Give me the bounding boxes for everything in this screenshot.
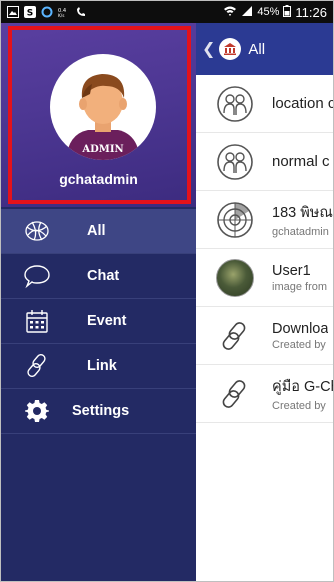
radar-icon	[214, 199, 256, 241]
signal-icon	[241, 5, 253, 20]
list-item[interactable]: User1 image from	[196, 249, 333, 307]
wifi-icon	[223, 5, 237, 20]
institution-icon[interactable]	[219, 38, 242, 60]
navigation-drawer: ADMIN gchatadmin All Chat Event Link Set…	[1, 23, 196, 581]
battery-icon	[283, 4, 292, 20]
item-title: location c	[272, 95, 333, 112]
item-title: Downloa	[272, 320, 329, 337]
item-subtitle: Created by	[272, 400, 326, 412]
list-item[interactable]: 183 พิษณ gchatadmin	[196, 191, 333, 249]
clock: 11:26	[295, 4, 327, 20]
main-content: ❮ All location c normal c 183 พิษณ gchat…	[196, 23, 333, 581]
link-icon	[214, 315, 256, 357]
sync-notification-icon	[41, 6, 53, 18]
app-bar: ❮ All	[196, 23, 333, 75]
menu-label: Event	[87, 313, 127, 329]
menu-item-event[interactable]: Event	[1, 299, 196, 344]
menu-label: Chat	[87, 268, 120, 284]
image-notification-icon	[7, 6, 19, 18]
item-subtitle: Created by	[272, 338, 326, 351]
item-title: คู่มือ G-Ch	[272, 379, 333, 395]
svg-text:S: S	[27, 9, 33, 19]
item-title: 183 พิษณ	[272, 205, 333, 221]
item-title: User1	[272, 262, 311, 279]
back-chevron-icon[interactable]: ❮	[202, 39, 215, 59]
app-notification-icon: S	[24, 6, 36, 18]
group-people-icon	[214, 141, 256, 183]
svg-text:K/s: K/s	[58, 13, 65, 18]
battery-percent: 45%	[257, 6, 280, 18]
menu-item-link[interactable]: Link	[1, 344, 196, 389]
chat-bubble-icon	[23, 262, 51, 290]
item-title: normal c	[272, 153, 330, 170]
list-item[interactable]: location c	[196, 75, 333, 133]
svg-text:0.4: 0.4	[58, 8, 66, 14]
menu-label: All	[87, 223, 106, 239]
gear-icon	[23, 397, 51, 425]
globe-doodle-icon	[23, 217, 51, 245]
item-subtitle: image from	[272, 280, 328, 293]
drawer-menu: All Chat Event Link Settings	[1, 209, 196, 434]
menu-label: Settings	[72, 403, 130, 419]
link-icon	[214, 373, 256, 415]
list-item[interactable]: Downloa Created by	[196, 307, 333, 365]
menu-item-all[interactable]: All	[1, 209, 196, 254]
item-subtitle: gchatadmin	[272, 226, 329, 238]
list-item[interactable]: normal c	[196, 133, 333, 191]
highlight-box	[8, 26, 191, 204]
user-photo	[214, 257, 256, 299]
menu-label: Link	[87, 358, 117, 374]
menu-item-chat[interactable]: Chat	[1, 254, 196, 299]
status-bar: S 0.4 K/s 45% 11:26	[1, 1, 333, 23]
network-speed-icon: 0.4 K/s	[58, 6, 70, 18]
profile-header[interactable]: ADMIN gchatadmin	[1, 23, 196, 207]
app-bar-title: All	[248, 40, 266, 58]
calendar-icon	[23, 307, 51, 335]
list-item[interactable]: คู่มือ G-Ch Created by	[196, 365, 333, 423]
missed-call-icon	[75, 6, 87, 18]
link-icon	[23, 352, 51, 380]
menu-item-settings[interactable]: Settings	[1, 389, 196, 434]
group-people-icon	[214, 83, 256, 125]
